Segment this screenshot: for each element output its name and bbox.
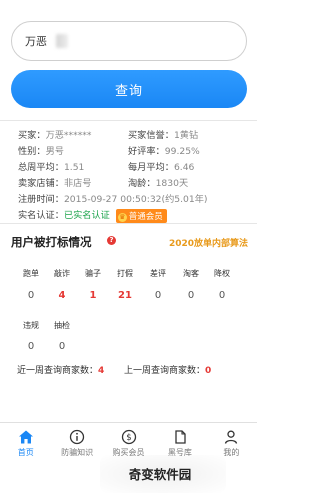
gender-label: 性别： xyxy=(18,146,46,157)
tag-label: 降权 xyxy=(214,269,230,278)
last-week-label: 上一周查询商家数： xyxy=(124,366,206,376)
weekly-avg-value: 1.51 xyxy=(63,162,85,173)
search-input[interactable] xyxy=(12,22,246,60)
search-field[interactable] xyxy=(11,21,247,61)
vip-label: 普通会员 xyxy=(128,211,163,222)
tag-count: 0 xyxy=(58,341,66,352)
buyer-name-row: 买家：万恶****** xyxy=(18,127,92,141)
monthly-avg-row: 每月平均：6.46 xyxy=(128,159,194,173)
account-age-row: 淘龄：1830天 xyxy=(128,175,188,189)
watermark: 奇变软件园 xyxy=(128,466,192,482)
monthly-avg-label: 每月平均： xyxy=(128,162,174,173)
algorithm-link[interactable]: 2020放单内部算法 xyxy=(169,236,248,249)
shop-label: 卖家店铺： xyxy=(18,178,64,189)
info-icon xyxy=(69,429,85,445)
buyer-name-label: 买家： xyxy=(18,130,46,141)
monthly-avg-value: 6.46 xyxy=(173,162,195,173)
tab-knowledge-label: 防骗知识 xyxy=(61,448,94,457)
tag-count: 0 xyxy=(27,290,35,301)
last-week-stats: 上一周查询商家数：0 xyxy=(124,363,211,376)
account-age-label: 淘龄： xyxy=(128,178,156,189)
buyer-info-card: 买家：万恶****** 买家信誉：1黄钻 性别：男号 好评率：99.25% 总周… xyxy=(0,120,257,224)
tag-count: 0 xyxy=(154,290,162,301)
rating-row: 好评率：99.25% xyxy=(128,143,200,157)
tag-label: 淘客 xyxy=(183,269,199,278)
gender-value: 男号 xyxy=(45,146,64,157)
gender-row: 性别：男号 xyxy=(18,143,64,157)
tag-label: 差评 xyxy=(150,269,166,278)
tag-count: 21 xyxy=(118,290,132,301)
tag-count: 4 xyxy=(58,290,66,301)
register-time-value: 2015-09-27 00:50:32(约5.01年) xyxy=(63,194,208,205)
rating-label: 好评率： xyxy=(128,146,165,157)
tab-home[interactable]: 首页 xyxy=(0,423,51,462)
last-week-value: 0 xyxy=(205,366,212,376)
buyer-name-value: 万恶****** xyxy=(45,130,92,141)
redacted-text-blur xyxy=(56,34,68,48)
tab-home-label: 首页 xyxy=(17,448,34,457)
tab-mine-label: 我的 xyxy=(223,448,240,457)
document-icon xyxy=(175,430,186,444)
verify-row: 实名认证：已实名认证 ♛ 普通会员 xyxy=(18,207,167,223)
tag-count: 0 xyxy=(187,290,195,301)
tag-label: 违规 xyxy=(23,321,39,330)
vip-badge: ♛ 普通会员 xyxy=(115,208,167,223)
tag-count: 1 xyxy=(89,290,97,301)
tag-count: 0 xyxy=(27,341,35,352)
verify-value: 已实名认证 xyxy=(63,210,110,221)
register-time-row: 注册时间：2015-09-27 00:50:32(约5.01年) xyxy=(18,191,208,205)
tag-count: 0 xyxy=(218,290,226,301)
verify-label: 实名认证： xyxy=(18,210,64,221)
section-title: 用户被打标情况 xyxy=(11,235,92,249)
tag-label: 抽检 xyxy=(54,321,70,330)
recent-week-stats: 近一周查询商家数：4 xyxy=(17,363,104,376)
tag-label: 骗子 xyxy=(85,269,101,278)
coin-icon: $ xyxy=(121,429,136,445)
buyer-credit-label: 买家信誉： xyxy=(128,130,174,141)
weekly-avg-label: 总周平均： xyxy=(18,162,64,173)
shop-value: 非店号 xyxy=(63,178,92,189)
tag-label: 敲诈 xyxy=(54,269,70,278)
rating-value: 99.25% xyxy=(164,146,200,157)
buyer-credit-row: 买家信誉：1黄钻 xyxy=(128,127,198,141)
home-icon xyxy=(18,430,33,444)
tag-label: 跑单 xyxy=(23,269,39,278)
shop-row: 卖家店铺：非店号 xyxy=(18,175,92,189)
query-button[interactable]: 查询 xyxy=(11,70,247,108)
register-time-label: 注册时间： xyxy=(18,194,64,205)
tab-knowledge[interactable]: 防骗知识 xyxy=(51,423,102,462)
account-age-value: 1830天 xyxy=(155,178,189,189)
tag-label: 打假 xyxy=(117,269,133,278)
svg-text:$: $ xyxy=(126,433,131,443)
vip-icon: ♛ xyxy=(117,212,127,222)
recent-week-label: 近一周查询商家数： xyxy=(17,366,99,376)
user-icon xyxy=(225,430,238,444)
weekly-avg-row: 总周平均：1.51 xyxy=(18,159,84,173)
recent-week-value: 4 xyxy=(98,366,105,376)
help-icon[interactable]: ? xyxy=(107,236,116,245)
buyer-credit-value: 1黄钻 xyxy=(173,130,199,141)
